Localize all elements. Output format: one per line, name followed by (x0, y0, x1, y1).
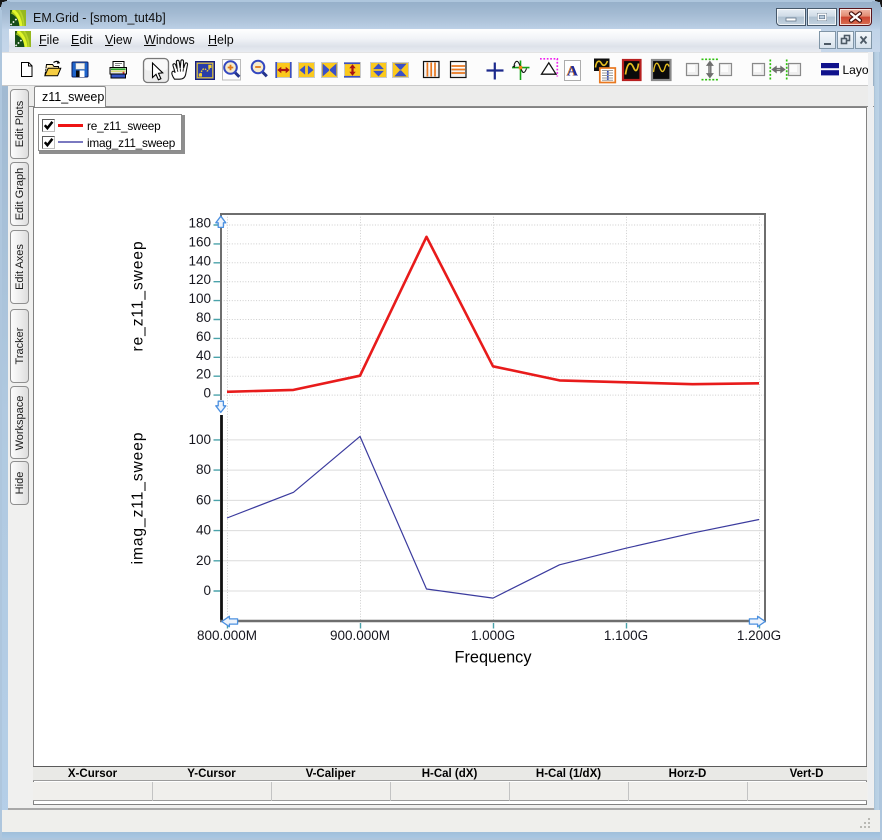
svg-text:80: 80 (196, 310, 211, 325)
svg-text:40: 40 (196, 348, 211, 363)
svg-text:800.000M: 800.000M (197, 628, 257, 643)
svg-text:120: 120 (188, 272, 211, 287)
svg-text:0: 0 (203, 583, 211, 598)
svg-text:1.100G: 1.100G (604, 628, 648, 643)
svg-text:180: 180 (188, 216, 211, 231)
svg-text:100: 100 (188, 432, 211, 447)
svg-text:re_z11_sweep: re_z11_sweep (130, 240, 147, 351)
svg-text:20: 20 (196, 553, 211, 568)
svg-text:0: 0 (203, 386, 211, 401)
svg-text:100: 100 (188, 291, 211, 306)
svg-text:Frequency: Frequency (455, 649, 533, 667)
svg-text:140: 140 (188, 253, 211, 268)
svg-text:40: 40 (196, 523, 211, 538)
svg-text:900.000M: 900.000M (330, 628, 390, 643)
svg-text:160: 160 (188, 234, 211, 249)
svg-text:20: 20 (196, 367, 211, 382)
svg-text:60: 60 (196, 492, 211, 507)
svg-text:60: 60 (196, 329, 211, 344)
svg-text:imag_z11_sweep: imag_z11_sweep (130, 432, 147, 565)
svg-text:1.000G: 1.000G (471, 628, 515, 643)
svg-text:1.200G: 1.200G (737, 628, 781, 643)
svg-text:80: 80 (196, 462, 211, 477)
